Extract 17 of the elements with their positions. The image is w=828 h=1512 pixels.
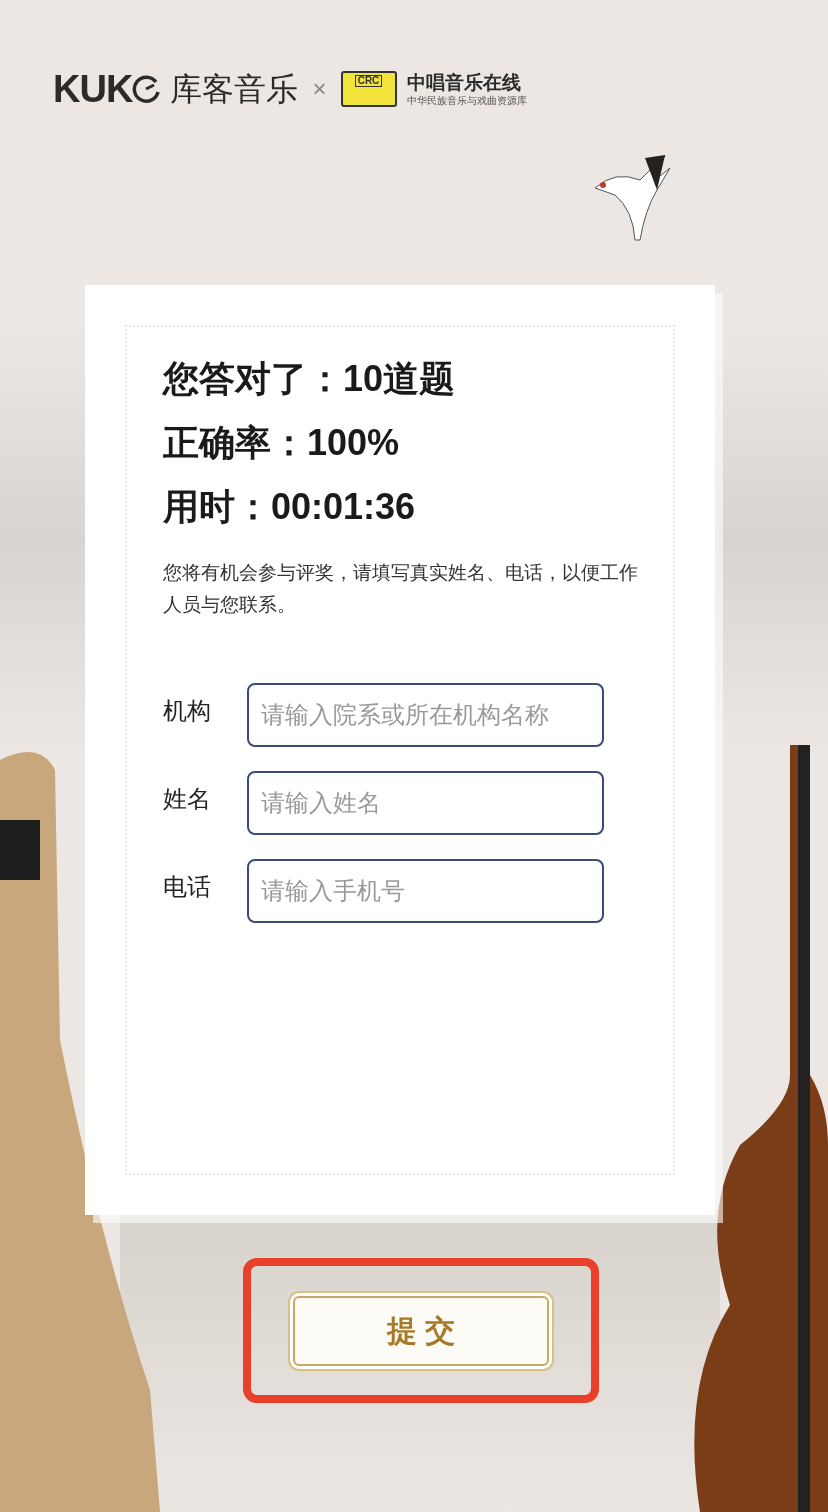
input-field[interactable]: 请输入姓名 xyxy=(247,771,604,835)
brand-name: 库客音乐 xyxy=(170,73,299,105)
logo-text: KUK xyxy=(53,70,133,108)
partner-name: 中唱音乐在线 xyxy=(406,70,522,95)
input-field[interactable]: 请输入手机号 xyxy=(247,859,604,923)
prize-note: 您将有机会参与评奖，请填写真实姓名、电话，以便工作人员与您联系。 xyxy=(163,561,639,617)
partner-subtitle: 中华民族音乐与戏曲资源库 xyxy=(406,94,527,108)
result-line: 您答对了：10道题 xyxy=(163,357,457,401)
input-field[interactable]: 请输入院系或所在机构名称 xyxy=(247,683,604,747)
field-label: 电话 xyxy=(163,872,212,902)
field-label: 机构 xyxy=(163,696,212,726)
separator: × xyxy=(312,74,327,104)
partner-badge: CRC xyxy=(340,71,397,107)
clock-logo-icon xyxy=(132,74,161,104)
field-label: 姓名 xyxy=(163,784,212,814)
result-line: 用时：00:01:36 xyxy=(163,485,417,529)
result-line: 正确率：100% xyxy=(163,421,401,465)
